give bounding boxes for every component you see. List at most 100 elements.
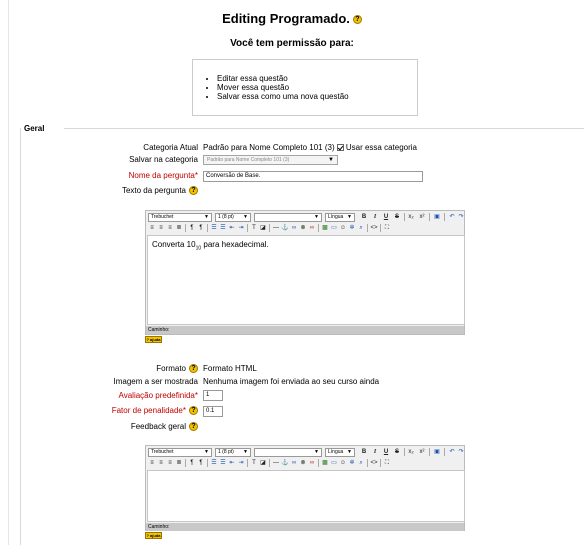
superscript-icon[interactable]: x² xyxy=(418,213,426,221)
help-icon[interactable]: ? xyxy=(189,364,198,374)
chevron-down-icon: ▼ xyxy=(243,449,248,455)
help-icon[interactable]: ? xyxy=(189,186,198,196)
strikethrough-icon[interactable]: S xyxy=(393,213,401,221)
insert-image-icon[interactable]: ▩ xyxy=(321,224,329,232)
italic-icon[interactable]: I xyxy=(371,213,379,221)
unlink-icon[interactable]: ⊗ xyxy=(299,224,307,232)
smiley-icon[interactable]: ☺ xyxy=(339,224,347,232)
unlink-icon[interactable]: ⊗ xyxy=(299,459,307,467)
redo-icon[interactable]: ↷ xyxy=(457,448,465,456)
editor-help-button[interactable]: ? ajuda xyxy=(145,532,162,539)
help-icon[interactable]: ? xyxy=(352,15,362,25)
italic-icon[interactable]: I xyxy=(371,448,379,456)
nolink-icon[interactable]: ∞ xyxy=(308,459,316,467)
language-select[interactable]: Língua ▼ xyxy=(325,213,355,222)
rtl-icon[interactable]: ¶ xyxy=(197,459,205,467)
indent-icon[interactable]: ⇥ xyxy=(237,224,245,232)
editor-help-button[interactable]: ? ajuda xyxy=(145,336,162,343)
text-color-icon[interactable]: T xyxy=(250,459,258,467)
unordered-list-icon[interactable]: ☰ xyxy=(219,459,227,467)
font-family-select[interactable]: Trebuchet ▼ xyxy=(148,448,212,457)
general-feedback-area[interactable] xyxy=(147,470,465,522)
horizontal-rule-icon[interactable]: — xyxy=(272,459,280,467)
font-size-select[interactable]: 1 (8 pt) ▼ xyxy=(215,448,251,457)
clean-icon[interactable]: ▣ xyxy=(433,213,441,221)
toolbar-separator xyxy=(444,213,445,221)
default-grade-input[interactable]: 1 xyxy=(203,390,223,401)
bold-icon[interactable]: B xyxy=(360,213,368,221)
underline-icon[interactable]: U xyxy=(382,448,390,456)
language-value: Língua xyxy=(328,449,344,455)
format-label-text: Formato xyxy=(156,364,186,373)
superscript-icon[interactable]: x² xyxy=(418,448,426,456)
align-center-icon[interactable]: ≡ xyxy=(157,224,165,232)
fullscreen-icon[interactable]: ⛶ xyxy=(383,459,391,467)
background-color-icon[interactable]: ◪ xyxy=(259,224,267,232)
language-select[interactable]: Língua ▼ xyxy=(325,448,355,457)
anchor-icon[interactable]: ⚓ xyxy=(281,459,289,467)
strikethrough-icon[interactable]: S xyxy=(393,448,401,456)
ltr-icon[interactable]: ¶ xyxy=(188,224,196,232)
align-right-icon[interactable]: ≡ xyxy=(166,224,174,232)
toolbar-separator xyxy=(318,459,319,467)
undo-icon[interactable]: ↶ xyxy=(448,213,456,221)
special-char-icon[interactable]: ✲ xyxy=(348,224,356,232)
clean-icon[interactable]: ▣ xyxy=(433,448,441,456)
align-right-icon[interactable]: ≡ xyxy=(166,459,174,467)
align-justify-icon[interactable]: ≣ xyxy=(175,459,183,467)
smiley-icon[interactable]: ☺ xyxy=(339,459,347,467)
insert-table-icon[interactable]: ▭ xyxy=(330,459,338,467)
unordered-list-icon[interactable]: ☰ xyxy=(219,224,227,232)
undo-icon[interactable]: ↶ xyxy=(448,448,456,456)
background-color-icon[interactable]: ◪ xyxy=(259,459,267,467)
align-left-icon[interactable]: ≡ xyxy=(148,224,156,232)
question-text-editor: Trebuchet ▼ 1 (8 pt) ▼ ▼ Língua ▼ B I U S x… xyxy=(145,210,465,335)
indent-icon[interactable]: ⇥ xyxy=(237,459,245,467)
ltr-icon[interactable]: ¶ xyxy=(188,459,196,467)
special-char-icon[interactable]: ✲ xyxy=(348,459,356,467)
outdent-icon[interactable]: ⇤ xyxy=(228,459,236,467)
align-center-icon[interactable]: ≡ xyxy=(157,459,165,467)
horizontal-rule-icon[interactable]: — xyxy=(272,224,280,232)
align-left-icon[interactable]: ≡ xyxy=(148,459,156,467)
paragraph-style-select[interactable]: ▼ xyxy=(254,448,322,457)
search-replace-icon[interactable]: ⌕ xyxy=(357,459,365,467)
bold-icon[interactable]: B xyxy=(360,448,368,456)
redo-icon[interactable]: ↷ xyxy=(457,213,465,221)
nolink-icon[interactable]: ∞ xyxy=(308,224,316,232)
penalty-input[interactable]: 0.1 xyxy=(203,406,223,417)
font-family-select[interactable]: Trebuchet ▼ xyxy=(148,213,212,222)
subscript-icon[interactable]: x₂ xyxy=(407,448,415,456)
chevron-down-icon: ▼ xyxy=(243,214,248,220)
use-category-checkbox[interactable] xyxy=(336,144,344,152)
paragraph-style-select[interactable]: ▼ xyxy=(254,213,322,222)
fullscreen-icon[interactable]: ⛶ xyxy=(383,224,391,232)
link-icon[interactable]: ∞ xyxy=(290,224,298,232)
anchor-icon[interactable]: ⚓ xyxy=(281,224,289,232)
ordered-list-icon[interactable]: ☰ xyxy=(210,459,218,467)
ordered-list-icon[interactable]: ☰ xyxy=(210,224,218,232)
question-text-part: para hexadecimal. xyxy=(201,240,269,249)
toolbar-separator xyxy=(185,459,186,467)
question-text-area[interactable]: Converta 1010 para hexadecimal. xyxy=(147,235,465,325)
html-source-icon[interactable]: <> xyxy=(370,459,378,467)
text-color-icon[interactable]: T xyxy=(250,224,258,232)
chevron-down-icon: ▼ xyxy=(314,214,319,220)
align-justify-icon[interactable]: ≣ xyxy=(175,224,183,232)
outdent-icon[interactable]: ⇤ xyxy=(228,224,236,232)
use-category-label: Usar essa categoria xyxy=(345,143,418,152)
subscript-icon[interactable]: x₂ xyxy=(407,213,415,221)
insert-image-icon[interactable]: ▩ xyxy=(321,459,329,467)
help-icon[interactable]: ? xyxy=(189,422,198,432)
font-size-select[interactable]: 1 (8 pt) ▼ xyxy=(215,213,251,222)
insert-table-icon[interactable]: ▭ xyxy=(330,224,338,232)
html-source-icon[interactable]: <> xyxy=(370,224,378,232)
underline-icon[interactable]: U xyxy=(382,213,390,221)
link-icon[interactable]: ∞ xyxy=(290,459,298,467)
rtl-icon[interactable]: ¶ xyxy=(197,224,205,232)
chevron-down-icon: ▼ xyxy=(204,214,209,220)
save-category-select[interactable]: Padrão para Nome Completo 101 (3) ▼ xyxy=(203,155,338,165)
help-icon[interactable]: ? xyxy=(189,406,198,416)
question-name-input[interactable]: Conversão de Base. xyxy=(203,171,423,182)
search-replace-icon[interactable]: ⌕ xyxy=(357,224,365,232)
